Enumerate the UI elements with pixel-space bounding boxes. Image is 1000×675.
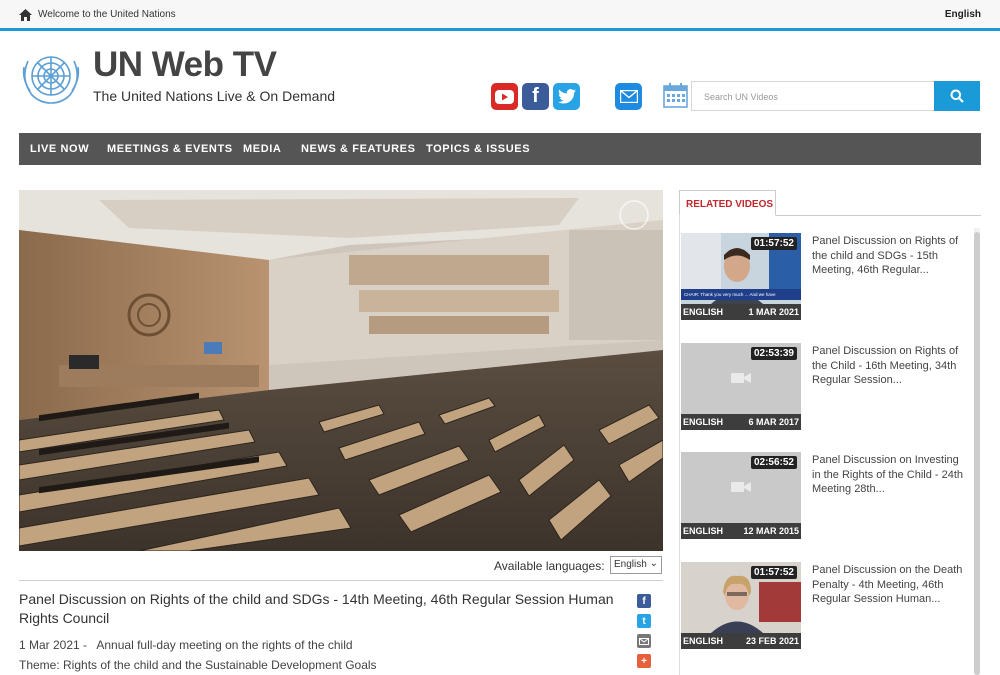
tab-related-videos[interactable]: RELATED VIDEOS — [679, 190, 776, 216]
chevron-down-icon: ⌄ — [649, 558, 658, 569]
video-camera-icon — [731, 373, 751, 383]
svg-text:CHAIR: Thank you very much ...: CHAIR: Thank you very much ... And we ha… — [684, 292, 776, 297]
video-date: 23 FEB 2021 — [745, 636, 799, 646]
video-date: 12 MAR 2015 — [743, 526, 799, 536]
language-select-value: English — [614, 559, 647, 570]
site-title[interactable]: UN Web TV — [93, 45, 277, 85]
thumbnail-info-bar: ENGLISH 1 MAR 2021 — [681, 304, 801, 320]
email-icon[interactable] — [615, 83, 642, 110]
assembly-hall-image — [19, 190, 663, 551]
available-languages-label: Available languages: — [494, 559, 605, 573]
share-email-icon[interactable] — [637, 634, 651, 648]
related-video-thumbnail[interactable]: 02:56:52 ENGLISH 12 MAR 2015 — [681, 452, 801, 539]
share-twitter-icon[interactable]: t — [637, 614, 651, 628]
un-logo[interactable] — [18, 49, 84, 105]
related-video-thumbnail[interactable]: 01:57:52 ENGLISH 23 FEB 2021 — [681, 562, 801, 649]
twitter-icon[interactable] — [553, 83, 580, 110]
nav-news-features[interactable]: NEWS & FEATURES — [301, 143, 416, 155]
video-title: Panel Discussion on Rights of the child … — [19, 591, 614, 626]
duration-badge: 02:53:39 — [750, 347, 797, 360]
search-icon — [950, 89, 964, 103]
thumbnail-info-bar: ENGLISH 23 FEB 2021 — [681, 633, 801, 649]
nav-topics-issues[interactable]: TOPICS & ISSUES — [426, 143, 530, 155]
top-bar: Welcome to the United Nations English — [0, 0, 1000, 31]
home-icon[interactable] — [19, 9, 32, 21]
video-player[interactable] — [19, 190, 663, 551]
duration-badge: 01:57:52 — [750, 566, 797, 579]
nav-meetings-events[interactable]: MEETINGS & EVENTS — [107, 143, 233, 155]
search-button[interactable] — [934, 81, 980, 111]
site-subtitle: The United Nations Live & On Demand — [93, 88, 336, 104]
youtube-icon[interactable] — [491, 83, 518, 110]
share-more-icon[interactable]: + — [637, 654, 651, 668]
video-language: ENGLISH — [683, 307, 724, 317]
related-video-title[interactable]: Panel Discussion on Rights of the child … — [812, 234, 970, 278]
related-video-title[interactable]: Panel Discussion on the Death Penalty - … — [812, 563, 970, 607]
welcome-link[interactable]: Welcome to the United Nations — [38, 9, 176, 20]
nav-media[interactable]: MEDIA — [243, 143, 281, 155]
video-date: 1 MAR 2021 — [748, 307, 799, 317]
video-camera-icon — [731, 482, 751, 492]
video-description: Annual full-day meeting on the rights of… — [96, 638, 353, 652]
related-video-title[interactable]: Panel Discussion on Investing in the Rig… — [812, 453, 970, 497]
search-input[interactable]: Search UN Videos — [691, 81, 935, 111]
video-meta: 1 Mar 2021 - Annual full-day meeting on … — [19, 638, 353, 652]
thumbnail-info-bar: ENGLISH 6 MAR 2017 — [681, 414, 801, 430]
share-facebook-icon[interactable]: f — [637, 594, 651, 608]
main-nav: LIVE NOW MEETINGS & EVENTS MEDIA NEWS & … — [19, 133, 981, 165]
scrollbar-thumb[interactable] — [974, 232, 980, 675]
nav-live-now[interactable]: LIVE NOW — [30, 143, 89, 155]
video-theme: Theme: Rights of the child and the Susta… — [19, 658, 377, 672]
calendar-icon[interactable] — [663, 83, 688, 108]
duration-badge: 01:57:52 — [750, 237, 797, 250]
divider — [19, 580, 663, 581]
video-date: 6 MAR 2017 — [748, 417, 799, 427]
thumbnail-info-bar: ENGLISH 12 MAR 2015 — [681, 523, 801, 539]
video-language: ENGLISH — [683, 417, 724, 427]
related-video-thumbnail[interactable]: 02:53:39 ENGLISH 6 MAR 2017 — [681, 343, 801, 430]
language-select[interactable]: English ⌄ — [610, 556, 662, 574]
video-date: 1 Mar 2021 — [19, 638, 80, 652]
video-language: ENGLISH — [683, 526, 724, 536]
duration-badge: 02:56:52 — [750, 456, 797, 469]
facebook-icon[interactable]: f — [522, 83, 549, 110]
language-switch[interactable]: English — [945, 9, 981, 20]
related-video-thumbnail[interactable]: CHAIR: Thank you very much ... And we ha… — [681, 233, 801, 320]
video-language: ENGLISH — [683, 636, 724, 646]
related-video-title[interactable]: Panel Discussion on Rights of the Child … — [812, 344, 970, 388]
